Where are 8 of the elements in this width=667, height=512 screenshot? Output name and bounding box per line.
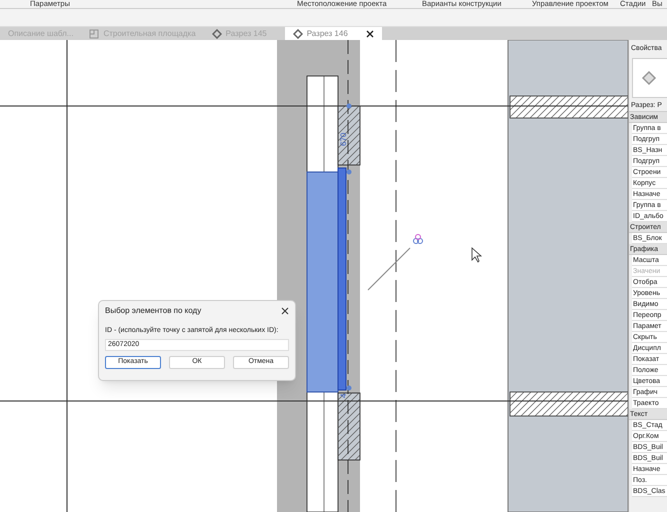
section-icon bbox=[292, 28, 303, 38]
section-icon bbox=[212, 28, 222, 38]
view-tab[interactable]: Разрез 146 bbox=[284, 27, 382, 40]
plan-icon bbox=[89, 28, 100, 38]
section-icon bbox=[641, 70, 657, 86]
close-icon[interactable] bbox=[366, 30, 374, 38]
dialog-title: Выбор элементов по коду bbox=[105, 305, 202, 317]
close-icon[interactable] bbox=[281, 307, 289, 315]
